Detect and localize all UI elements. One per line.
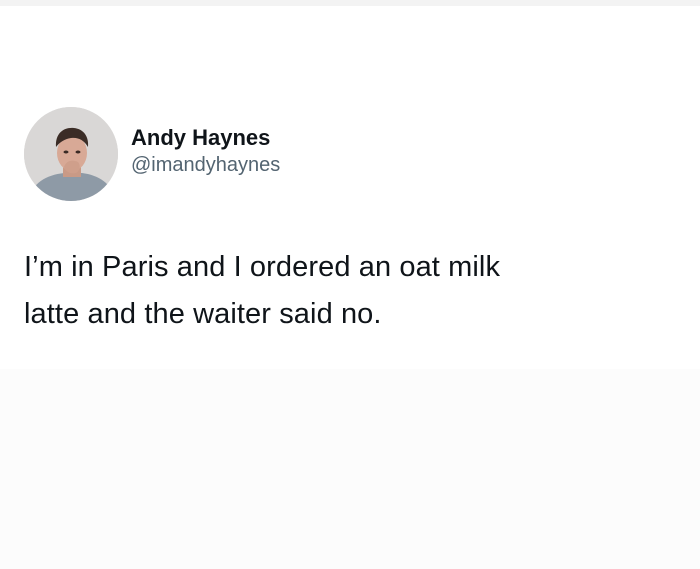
display-name[interactable]: Andy Haynes <box>131 124 280 152</box>
tweet-author: Andy Haynes @imandyhaynes <box>131 124 280 178</box>
user-handle[interactable]: @imandyhaynes <box>131 152 280 178</box>
screenshot-canvas: Andy Haynes @imandyhaynes I’m in Paris a… <box>0 0 700 569</box>
tweet-text-line: I’m in Paris and I ordered an oat milk <box>24 251 501 283</box>
blank-area <box>0 369 700 569</box>
profile-photo-icon <box>24 107 118 201</box>
avatar[interactable] <box>24 107 118 201</box>
tweet-text-line: latte and the waiter said no. <box>24 298 382 330</box>
tweet-text: I’m in Paris and I ordered an oat milk l… <box>24 244 664 338</box>
